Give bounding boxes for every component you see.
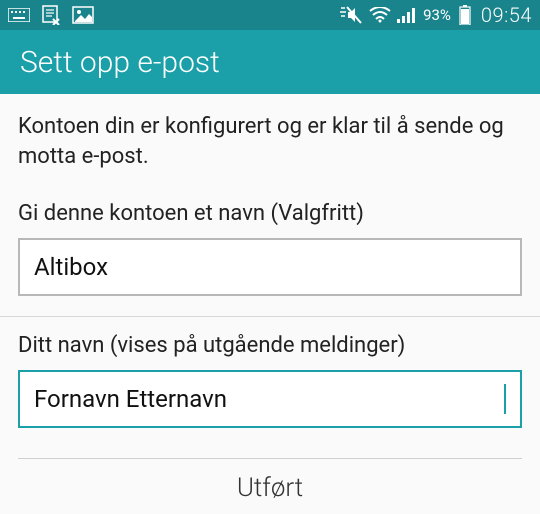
done-button[interactable]: Utført <box>18 459 522 514</box>
button-bar: Utført <box>18 458 522 514</box>
picture-icon <box>72 6 94 24</box>
your-name-input-wrap[interactable]: Fornavn Etternavn <box>18 370 522 428</box>
mute-vibrate-icon <box>339 6 363 24</box>
wifi-icon <box>369 7 391 23</box>
content-area: Kontoen din er konfigurert og er klar ti… <box>0 94 540 514</box>
status-left <box>8 5 94 25</box>
app-header: Sett opp e-post <box>0 30 540 94</box>
account-name-input-wrap[interactable]: Altibox <box>18 238 522 296</box>
battery-icon <box>459 5 471 25</box>
divider <box>0 316 540 317</box>
clock: 09:54 <box>481 3 532 27</box>
your-name-label: Ditt navn (vises på utgående meldinger) <box>18 333 522 358</box>
account-name-label: Gi denne kontoen et navn (Valgfritt) <box>18 201 522 226</box>
keyboard-icon <box>8 8 30 22</box>
signal-icon <box>397 7 417 23</box>
battery-percent: 93% <box>423 6 451 24</box>
your-name-input[interactable]: Fornavn Etternavn <box>34 385 502 413</box>
intro-text: Kontoen din er konfigurert og er klar ti… <box>18 112 522 171</box>
status-right: 93% 09:54 <box>339 3 532 27</box>
text-caret <box>504 384 506 414</box>
document-icon <box>42 5 60 25</box>
page-title: Sett opp e-post <box>20 45 220 80</box>
account-name-input[interactable]: Altibox <box>34 253 506 281</box>
status-bar: 93% 09:54 <box>0 0 540 30</box>
